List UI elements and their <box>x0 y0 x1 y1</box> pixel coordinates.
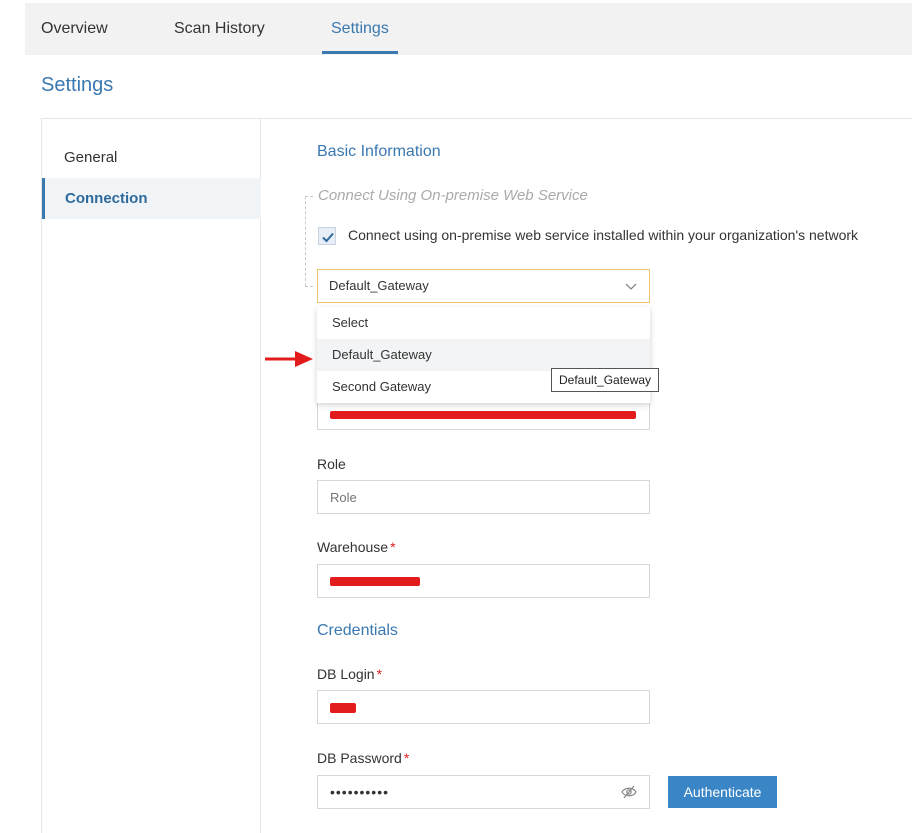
gateway-tooltip: Default_Gateway <box>551 368 660 392</box>
fieldset-border <box>305 196 306 286</box>
red-arrow-icon <box>265 351 313 367</box>
credentials-heading: Credentials <box>317 622 398 639</box>
checkmark-icon <box>322 232 334 243</box>
warehouse-field[interactable] <box>317 564 650 598</box>
fieldset-border-bottom <box>305 286 313 287</box>
gateway-option-select[interactable]: Select <box>317 307 650 339</box>
page-title: Settings <box>41 74 114 96</box>
required-mark: * <box>403 750 410 766</box>
db-password-value: •••••••••• <box>330 784 390 800</box>
fieldset-border-top <box>305 196 313 197</box>
tab-settings[interactable]: Settings <box>322 3 398 55</box>
tab-bar: Overview Scan History Settings <box>25 3 912 55</box>
gateway-option-default[interactable]: Default_Gateway <box>317 339 650 371</box>
tab-overview[interactable]: Overview <box>41 3 108 55</box>
db-password-field[interactable]: •••••••••• <box>317 775 650 809</box>
redaction-mark <box>330 703 356 713</box>
on-premise-legend: Connect Using On-premise Web Service <box>318 187 588 204</box>
db-login-field[interactable] <box>317 690 650 724</box>
authenticate-button[interactable]: Authenticate <box>668 776 777 808</box>
db-login-label-text: DB Login <box>317 666 375 682</box>
tab-scan-history[interactable]: Scan History <box>174 3 265 55</box>
content-divider <box>261 118 912 119</box>
chevron-down-icon <box>625 283 637 290</box>
on-premise-checkbox-label: Connect using on-premise web service ins… <box>348 227 859 243</box>
required-mark: * <box>376 666 383 682</box>
role-field[interactable] <box>317 480 650 514</box>
redaction-mark <box>330 411 636 419</box>
eye-slash-icon[interactable] <box>621 784 637 800</box>
basic-information-heading: Basic Information <box>317 143 441 160</box>
required-mark: * <box>390 539 396 555</box>
warehouse-label-text: Warehouse <box>317 539 389 555</box>
sidebar-item-connection[interactable]: Connection <box>42 178 261 219</box>
role-input[interactable] <box>318 481 649 513</box>
settings-sidebar: General Connection <box>41 118 261 833</box>
gateway-select-value: Default_Gateway <box>329 278 429 293</box>
on-premise-checkbox[interactable] <box>318 227 336 245</box>
db-password-label-text: DB Password <box>317 750 402 766</box>
db-password-label: DB Password * <box>317 750 409 766</box>
gateway-select[interactable]: Default_Gateway <box>317 269 650 303</box>
db-login-label: DB Login * <box>317 666 382 682</box>
redaction-mark <box>330 577 420 586</box>
role-label: Role <box>317 456 346 472</box>
warehouse-label: Warehouse * <box>317 539 396 555</box>
sidebar-item-general[interactable]: General <box>42 137 261 178</box>
